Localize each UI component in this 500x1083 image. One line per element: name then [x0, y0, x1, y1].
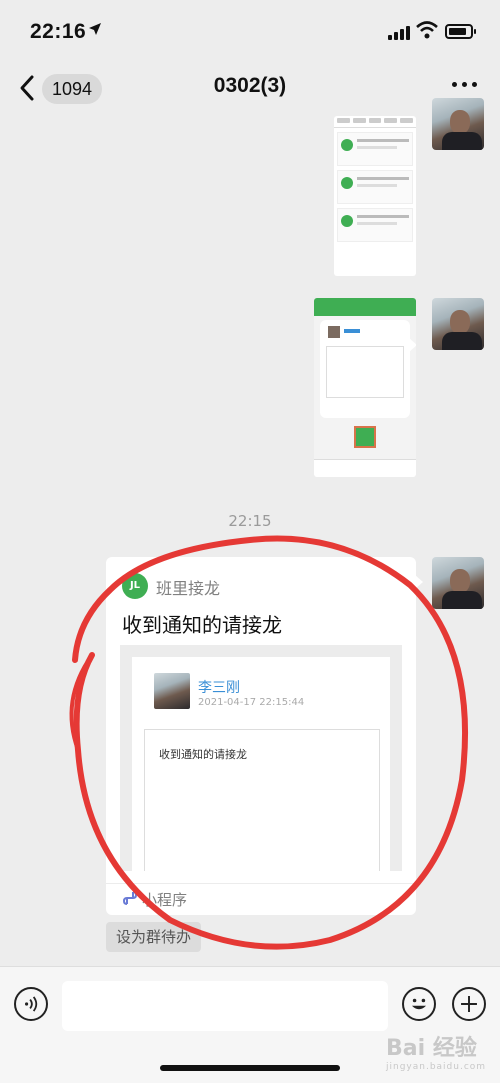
status-bar: 22:16: [0, 0, 500, 58]
mini-program-footer: 小程序: [122, 889, 187, 910]
preview-body: 收到通知的请接龙: [159, 748, 247, 761]
avatar[interactable]: [432, 98, 484, 150]
location-arrow-icon: [89, 23, 101, 35]
watermark-brand: Bai 经验: [386, 1036, 477, 1061]
avatar[interactable]: [432, 557, 484, 609]
cellular-signal-icon: [388, 26, 410, 40]
watermark-domain: jingyan.baidu.com: [386, 1062, 487, 1072]
preview-author: 李三刚: [198, 680, 240, 696]
image-message-thumbnail[interactable]: [334, 116, 416, 276]
card-message: 收到通知的请接龙: [122, 613, 282, 637]
status-time: 22:16: [30, 20, 87, 43]
set-group-todo-button[interactable]: 设为群待办: [106, 922, 202, 952]
app-logo-icon: JL: [122, 573, 148, 599]
mini-program-card[interactable]: JL 班里接龙 收到通知的请接龙 李三刚 2021-04-17 22:15:44…: [106, 557, 423, 915]
plus-icon[interactable]: [452, 987, 486, 1021]
message-input[interactable]: [62, 981, 388, 1031]
wifi-icon: [416, 21, 438, 39]
watermark-logo: Bai 经验 jingyan.baidu.com: [386, 1030, 486, 1072]
mini-program-icon: [122, 891, 138, 905]
more-options-icon[interactable]: [452, 82, 478, 90]
message-timestamp: 22:15: [228, 512, 272, 530]
card-divider: [106, 883, 416, 884]
preview-avatar: [154, 673, 190, 709]
home-indicator: [160, 1065, 340, 1071]
preview-content-box: 收到通知的请接龙: [144, 729, 380, 871]
card-preview: 李三刚 2021-04-17 22:15:44 收到通知的请接龙: [120, 645, 402, 871]
chat-title: 0302(3): [213, 74, 287, 97]
image-message-thumbnail[interactable]: [314, 298, 416, 477]
preview-datetime: 2021-04-17 22:15:44: [198, 697, 305, 708]
chat-header: 1094 0302(3): [0, 60, 500, 116]
mini-program-name: 班里接龙: [156, 579, 221, 598]
avatar[interactable]: [432, 298, 484, 350]
red-circle-annotation: [69, 535, 469, 950]
voice-input-icon[interactable]: [14, 987, 48, 1021]
emoji-icon[interactable]: [402, 987, 436, 1021]
mini-program-label: 小程序: [142, 891, 188, 909]
battery-icon: [445, 24, 476, 39]
